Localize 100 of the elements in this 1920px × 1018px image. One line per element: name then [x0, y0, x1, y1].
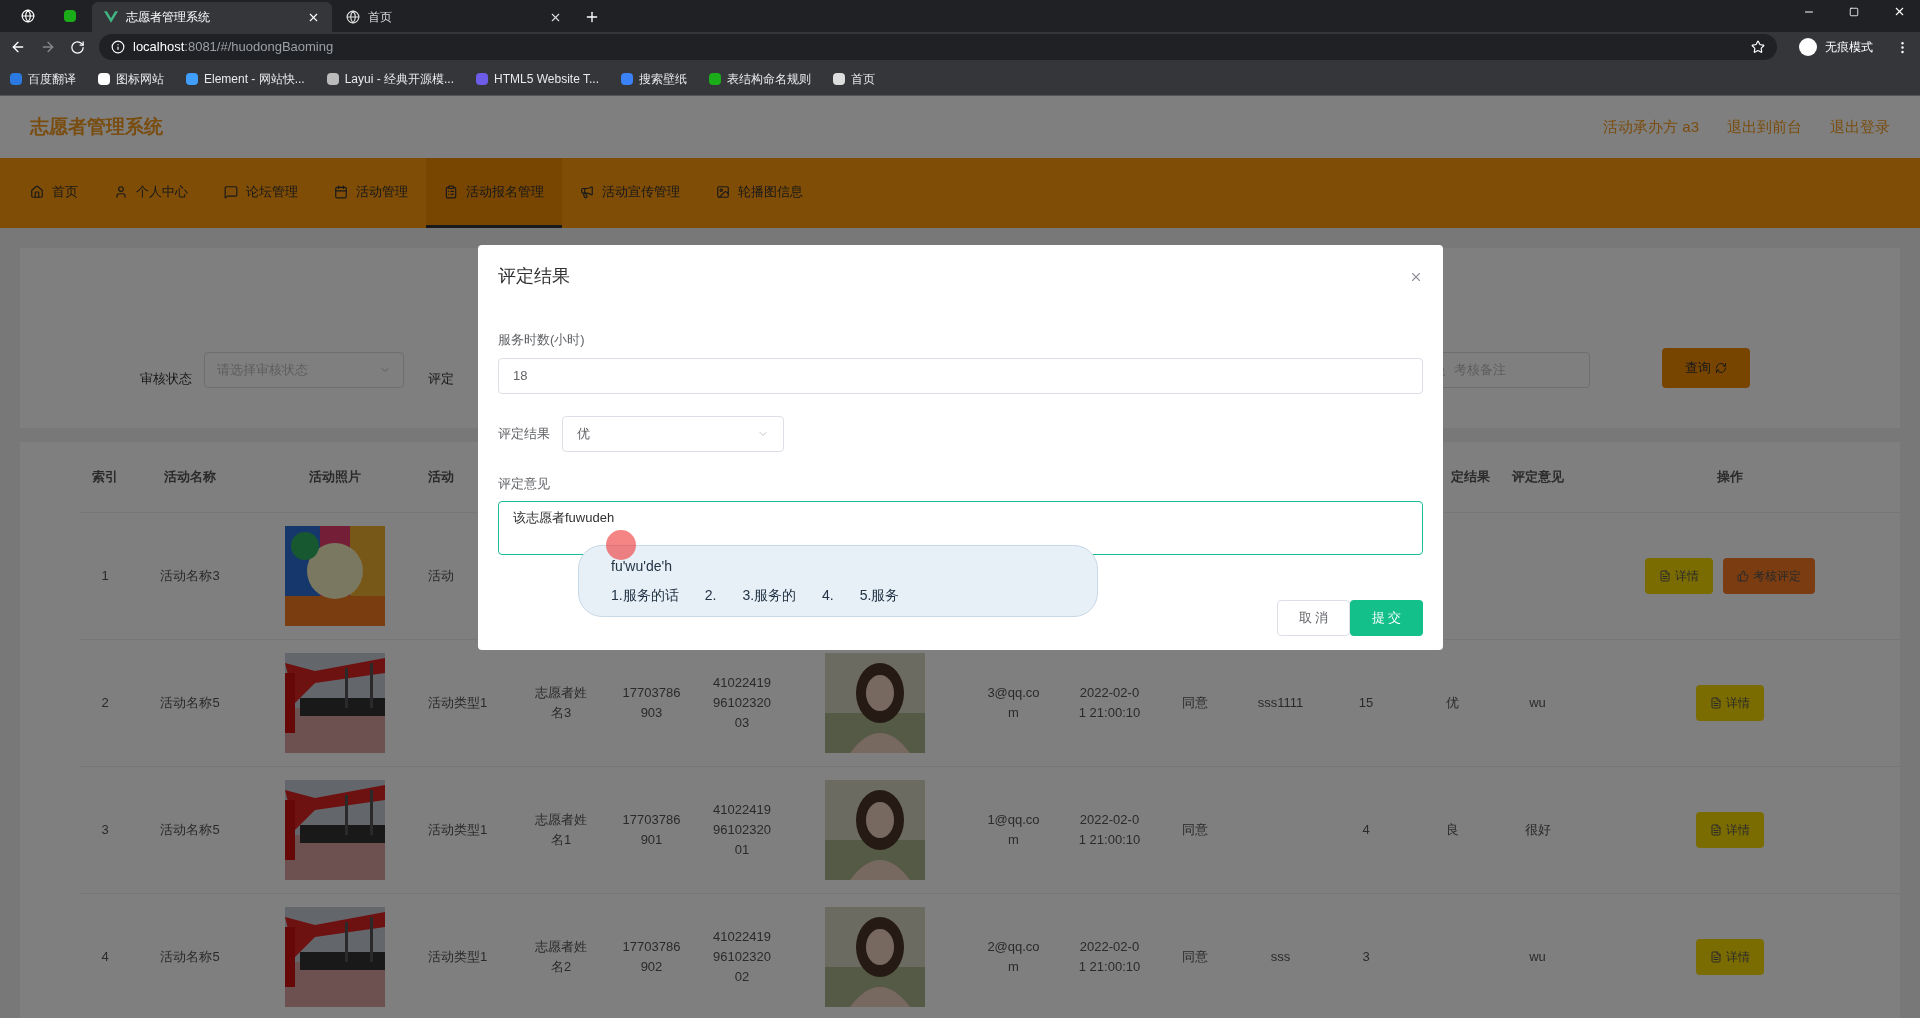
back-icon[interactable]	[10, 39, 26, 55]
profile-chip[interactable]: 无痕模式	[1791, 38, 1881, 56]
bookmark[interactable]: 表结构命名规则	[709, 69, 811, 88]
info-icon	[111, 40, 125, 54]
table-cell-text: 17703786901	[621, 811, 682, 849]
document-icon	[1710, 951, 1722, 963]
table-cell-text: 2@qq.com	[986, 938, 1041, 976]
close-icon[interactable]	[1893, 5, 1906, 18]
table-cell-text: 优	[1445, 694, 1459, 712]
restore-icon[interactable]	[1849, 6, 1859, 17]
field-label: 服务时数(小时)	[498, 331, 586, 349]
bookmark-favicon-icon	[476, 72, 489, 85]
bookmark[interactable]: 百度翻译	[10, 69, 76, 88]
dialog-title: 评定结果	[498, 265, 570, 288]
app-title: 志愿者管理系统	[30, 114, 163, 139]
cancel-button[interactable]: 取 消	[1277, 600, 1350, 636]
table-cell-text: 志愿者姓名2	[534, 938, 588, 976]
table-cell-text: 活动名称5	[160, 948, 220, 966]
forward-icon[interactable]	[40, 39, 56, 55]
browser-tab[interactable]: 志愿者管理系统	[92, 2, 332, 32]
globe-icon	[346, 10, 360, 24]
bookmark-favicon-icon	[186, 72, 198, 85]
table-cell-text: wu	[1529, 694, 1546, 712]
table-cell-text: 2	[101, 694, 109, 712]
column-header: 活动	[428, 468, 454, 487]
new-tab-icon[interactable]	[584, 9, 600, 25]
table-cell-text: 3@qq.com	[986, 684, 1041, 722]
column-header: 定结果	[1451, 468, 1490, 487]
bookmark[interactable]: Layui - 经典开源模...	[326, 69, 455, 88]
bookmark-favicon-icon	[833, 72, 845, 85]
column-header: 操作	[1717, 468, 1743, 487]
bookmark[interactable]: HTML5 Website T...	[476, 69, 599, 88]
table-cell-text: sss	[1270, 948, 1291, 966]
table-cell-text: 同意	[1182, 948, 1208, 966]
table-cell-text: 17703786902	[621, 938, 682, 976]
table-cell-text: 15	[1358, 694, 1374, 712]
table-cell-text: 活动类型1	[428, 821, 488, 839]
table-cell-text: 3	[101, 821, 109, 839]
document-icon	[1710, 824, 1722, 836]
table-cell-text: 410224199610232002	[712, 928, 772, 986]
table-cell-text: 2022-02-01 21:00:10	[1078, 811, 1141, 849]
column-header: 活动名称	[164, 468, 216, 487]
table-cell-text: 活动类型1	[428, 948, 488, 966]
column-header: 活动照片	[309, 468, 361, 487]
table-cell-text: 410224199610232003	[712, 674, 772, 732]
ime-candidate[interactable]: 5.服务	[859, 585, 900, 606]
table-cell-text: 3	[1362, 948, 1370, 966]
thumbs-up-icon	[1737, 570, 1749, 582]
hours-field[interactable]: 18	[498, 357, 1423, 394]
table-cell-text: 活动名称5	[160, 694, 220, 712]
v-logo-icon	[104, 11, 118, 23]
incognito-icon	[1799, 38, 1817, 56]
ime-composition: fu'wu'de'h	[611, 557, 673, 576]
table-cell-text: 活动名称3	[160, 567, 220, 585]
table-cell-text: 4	[101, 948, 109, 966]
table-cell-text: 活动名称5	[160, 821, 220, 839]
bookmark-favicon-icon	[98, 72, 110, 85]
bookmark-favicon-icon	[621, 72, 633, 85]
bookmark[interactable]: 首页	[833, 69, 875, 88]
table-cell-text: 活动类型1	[428, 694, 488, 712]
bookmark-favicon-icon	[10, 72, 22, 85]
field-label: 审核状态	[140, 369, 192, 388]
table-cell-text: 410224199610232001	[712, 801, 772, 859]
table-cell-text: 1@qq.com	[986, 811, 1041, 849]
document-icon	[1659, 570, 1671, 582]
table-cell-text: sss1111	[1257, 694, 1304, 712]
column-header: 索引	[92, 468, 118, 487]
globe-icon[interactable]	[21, 9, 35, 23]
bookmark[interactable]: 图标网站	[98, 69, 164, 88]
document-icon	[1710, 697, 1722, 709]
ime-candidate[interactable]: 1.服务的话	[611, 585, 679, 606]
table-cell-text: 同意	[1182, 694, 1208, 712]
table-cell-text: 志愿者姓名1	[534, 811, 588, 849]
result-select[interactable]: 优	[562, 415, 784, 452]
table-cell-text: 17703786903	[621, 684, 682, 722]
table-cell-text: 2022-02-01 21:00:10	[1078, 938, 1141, 976]
table-cell-text: 活动	[428, 567, 454, 585]
field-label: 评定	[428, 369, 454, 388]
ime-candidate[interactable]: 2.	[704, 585, 717, 606]
reload-icon[interactable]	[70, 39, 85, 55]
field-label: 评定结果	[498, 424, 550, 443]
table-cell-text: 很好	[1524, 821, 1551, 839]
address-bar[interactable]: localhost:8081/#/huodongBaoming	[99, 34, 1777, 60]
table-cell-text: 良	[1445, 821, 1459, 839]
bookmark-favicon-icon	[709, 72, 721, 85]
field-label: 评定意见	[498, 474, 551, 493]
click-indicator	[606, 530, 636, 560]
table-cell-text: 4	[1362, 821, 1370, 839]
table-cell-text: 1	[101, 567, 109, 585]
table-cell-text: 志愿者姓名3	[534, 684, 588, 722]
refresh-icon	[1715, 362, 1727, 374]
bookmark-star-icon[interactable]	[1751, 40, 1765, 54]
bookmark[interactable]: 搜索壁纸	[621, 69, 687, 88]
bookmark-favicon-icon	[326, 72, 339, 85]
ime-candidate[interactable]: 4.	[822, 585, 834, 606]
tab-favicon-icon[interactable]	[64, 10, 76, 22]
bookmark[interactable]: Element - 网站快...	[186, 69, 305, 88]
ime-candidate[interactable]: 3.服务的	[742, 585, 797, 606]
table-cell-text: 同意	[1182, 821, 1208, 839]
table-cell-text: wu	[1529, 948, 1546, 966]
